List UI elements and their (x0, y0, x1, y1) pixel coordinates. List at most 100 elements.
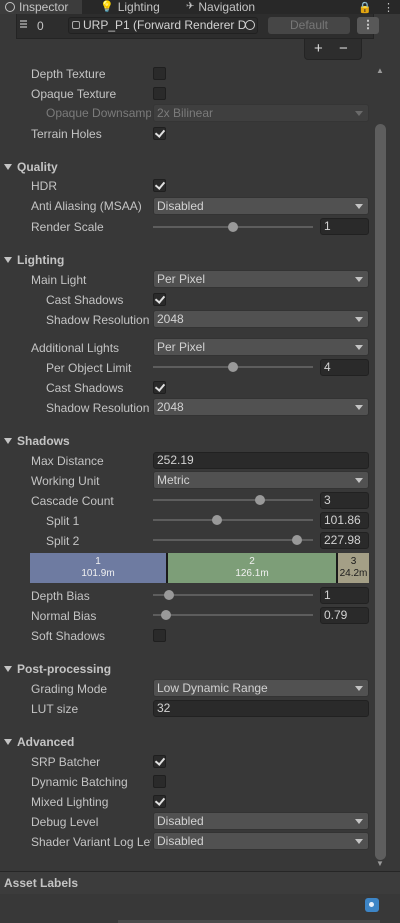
dropdown-arrow-icon (355, 405, 363, 410)
depth-texture-checkbox[interactable] (153, 67, 166, 80)
slider-knob[interactable] (228, 362, 238, 372)
mixed-lighting-label: Mixed Lighting (31, 795, 109, 809)
slider-knob[interactable] (164, 590, 174, 600)
dropdown-arrow-icon (355, 839, 363, 844)
asset-icon (72, 21, 80, 29)
main-light-dropdown[interactable]: Per Pixel (153, 270, 369, 288)
grading-mode-dropdown[interactable]: Low Dynamic Range (153, 679, 369, 697)
set-default-button[interactable]: Default (268, 17, 350, 34)
hdr-checkbox[interactable] (153, 179, 166, 192)
foldout-arrow-icon (4, 257, 12, 263)
lut-size-field[interactable]: 32 (153, 700, 369, 717)
shader-variant-log-dropdown[interactable]: Disabled (153, 832, 369, 850)
remove-renderer-button[interactable]: − (339, 40, 348, 57)
additional-lights-label: Additional Lights (31, 341, 120, 355)
additional-lights-dropdown[interactable]: Per Pixel (153, 338, 369, 356)
additional-shadow-resolution-dropdown[interactable]: 2048 (153, 398, 369, 416)
depth-bias-label: Depth Bias (31, 589, 90, 603)
dropdown-arrow-icon (355, 317, 363, 322)
soft-shadows-checkbox[interactable] (153, 629, 166, 642)
scroll-up-arrow[interactable]: ▲ (376, 66, 384, 75)
lighting-foldout[interactable]: Lighting (4, 251, 64, 269)
split2-slider[interactable] (153, 531, 313, 549)
list-add-remove: + − (304, 39, 362, 60)
terrain-holes-checkbox[interactable] (153, 127, 166, 140)
slider-track (153, 614, 313, 616)
additional-shadow-resolution-label: Shadow Resolution (46, 401, 150, 415)
srp-batcher-checkbox[interactable] (153, 755, 166, 768)
main-cast-shadows-checkbox[interactable] (153, 293, 166, 306)
dropdown-arrow-icon (355, 819, 363, 824)
split1-slider[interactable] (153, 511, 313, 529)
per-object-limit-label: Per Object Limit (46, 361, 132, 375)
split1-field[interactable]: 101.86 (320, 512, 369, 529)
quality-title: Quality (17, 160, 58, 174)
slider-knob[interactable] (212, 515, 222, 525)
tab-inspector[interactable]: Inspector (0, 0, 82, 14)
label-tag-icon[interactable] (365, 898, 379, 912)
slider-knob[interactable] (160, 610, 171, 620)
msaa-dropdown[interactable]: Disabled (153, 197, 369, 215)
renderer-menu-button[interactable]: ⋮ (357, 17, 379, 34)
additional-shadow-resolution-value: 2048 (157, 400, 184, 414)
renderer-asset-field[interactable]: URP_P1 (Forward Renderer D (68, 17, 258, 34)
scroll-down-arrow[interactable]: ▼ (376, 859, 384, 868)
split2-field[interactable]: 227.98 (320, 532, 369, 549)
additional-cast-shadows-checkbox[interactable] (153, 381, 166, 394)
dropdown-arrow-icon (355, 111, 363, 116)
tab-lighting[interactable]: 💡 Lighting (100, 0, 160, 14)
opaque-downsampling-label: Opaque Downsampling (46, 106, 151, 120)
cascade-count-field[interactable]: 3 (320, 492, 369, 509)
per-object-limit-field[interactable]: 4 (320, 359, 369, 376)
dynamic-batching-label: Dynamic Batching (31, 775, 128, 789)
grading-mode-value: Low Dynamic Range (157, 681, 268, 695)
cascade-segment-2[interactable]: 2 126.1m (168, 553, 336, 583)
cascade-count-slider[interactable] (153, 491, 313, 509)
asset-labels-header[interactable]: Asset Labels (0, 871, 400, 895)
slider-knob[interactable] (255, 495, 266, 505)
more-icon[interactable]: ⋮ (383, 2, 394, 14)
lock-icon[interactable]: 🔒 (358, 2, 372, 14)
normal-bias-slider[interactable] (153, 606, 313, 624)
depth-bias-slider[interactable] (153, 586, 313, 604)
per-object-limit-slider[interactable] (153, 358, 313, 376)
mixed-lighting-checkbox[interactable] (153, 795, 166, 808)
cascade-segment-3[interactable]: 3 24.2m (338, 553, 369, 583)
add-renderer-button[interactable]: + (314, 40, 323, 57)
depth-bias-field[interactable]: 1 (320, 587, 369, 604)
max-distance-field[interactable]: 252.19 (153, 452, 369, 469)
render-scale-slider[interactable] (153, 218, 313, 236)
quality-foldout[interactable]: Quality (4, 158, 58, 176)
cascade-segment-1[interactable]: 1 101.9m (30, 553, 166, 583)
slider-knob[interactable] (292, 535, 302, 545)
render-scale-field[interactable]: 1 (320, 218, 369, 235)
shader-variant-log-value: Disabled (157, 834, 204, 848)
scrollbar-thumb[interactable] (375, 124, 386, 860)
foldout-arrow-icon (4, 164, 12, 170)
main-light-label: Main Light (31, 273, 87, 287)
drag-handle-icon[interactable] (20, 20, 27, 28)
cascade-divider-handle[interactable] (166, 553, 168, 583)
split2-label: Split 2 (46, 534, 80, 548)
object-picker-icon[interactable] (245, 20, 255, 30)
asset-labels-title: Asset Labels (4, 876, 79, 890)
advanced-foldout[interactable]: Advanced (4, 733, 74, 751)
normal-bias-field[interactable]: 0.79 (320, 607, 369, 624)
tab-inspector-label: Inspector (19, 0, 69, 14)
shadows-foldout[interactable]: Shadows (4, 432, 70, 450)
opaque-texture-checkbox[interactable] (153, 87, 166, 100)
dropdown-arrow-icon (355, 345, 363, 350)
cascade-1-distance: 101.9m (81, 568, 115, 579)
msaa-value: Disabled (157, 199, 204, 213)
main-shadow-resolution-dropdown[interactable]: 2048 (153, 310, 369, 328)
post-processing-foldout[interactable]: Post-processing (4, 660, 111, 678)
tab-navigation[interactable]: ✈ Navigation (186, 0, 255, 14)
debug-level-dropdown[interactable]: Disabled (153, 812, 369, 830)
cascade-2-distance: 126.1m (235, 568, 269, 579)
opaque-downsampling-dropdown[interactable]: 2x Bilinear (153, 104, 369, 122)
debug-level-value: Disabled (157, 814, 204, 828)
working-unit-dropdown[interactable]: Metric (153, 471, 369, 489)
cascade-divider-handle[interactable] (336, 553, 338, 583)
dynamic-batching-checkbox[interactable] (153, 775, 166, 788)
slider-knob[interactable] (228, 222, 238, 232)
